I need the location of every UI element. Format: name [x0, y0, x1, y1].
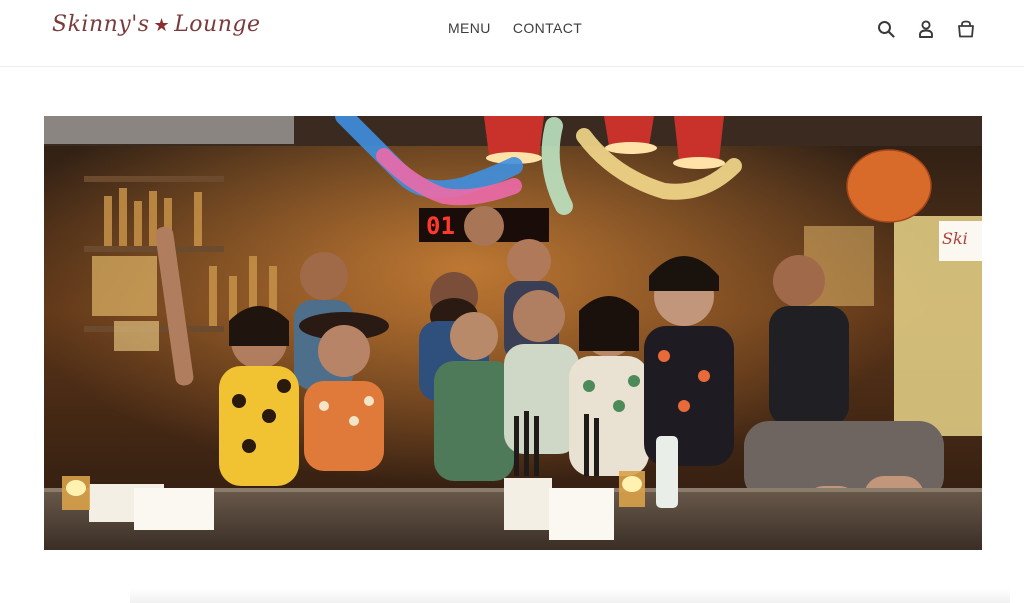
account-icon[interactable] [916, 18, 936, 40]
logo-text-second: Lounge [174, 12, 261, 37]
nav-item-contact[interactable]: CONTACT [513, 20, 582, 36]
bar-sign-text: Ski [942, 229, 968, 248]
site-header: Skinny's ★ Lounge MENU CONTACT [0, 0, 1024, 67]
search-icon[interactable] [876, 18, 896, 40]
cart-icon[interactable] [956, 18, 976, 40]
logo-star-icon: ★ [153, 15, 171, 36]
site-logo[interactable]: Skinny's ★ Lounge [52, 12, 260, 37]
logo-text-first: Skinny's [52, 12, 150, 37]
nav-item-menu[interactable]: MENU [448, 20, 491, 36]
main-nav: MENU CONTACT [448, 20, 582, 36]
header-icons [876, 18, 976, 40]
hero-image: Ski 01 40 [44, 116, 982, 550]
bottom-shade [130, 588, 1010, 603]
hero-photo-illustration: Ski 01 40 [44, 116, 982, 550]
